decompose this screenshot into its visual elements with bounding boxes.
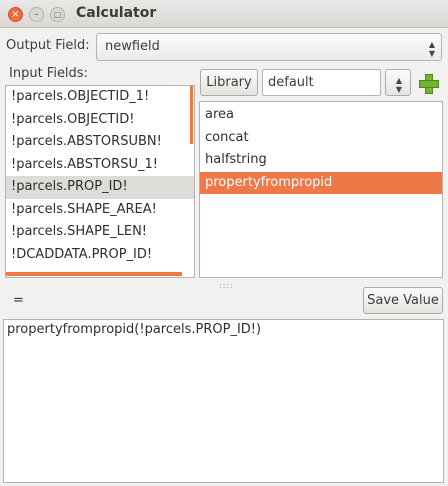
input-field-item[interactable]: !parcels.OBJECTID! bbox=[6, 109, 194, 132]
input-fields-list[interactable]: !parcels.OBJECTID_1! !parcels.OBJECTID! !p… bbox=[5, 85, 195, 278]
maximize-icon[interactable]: □ bbox=[50, 7, 65, 22]
library-function-item[interactable]: concat bbox=[200, 127, 442, 150]
input-field-item[interactable]: !parcels.SHAPE_AREA! bbox=[6, 199, 194, 222]
input-fields-vertical-scrollbar[interactable] bbox=[190, 86, 193, 144]
input-fields-horizontal-scrollbar[interactable] bbox=[6, 272, 182, 276]
expression-text: propertyfrompropid(!parcels.PROP_ID!) bbox=[7, 322, 262, 337]
library-button[interactable]: Library bbox=[200, 69, 258, 96]
input-fields-label: Input Fields: bbox=[9, 66, 88, 81]
library-functions-list[interactable]: area concat halfstring propertyfrompropid bbox=[199, 101, 443, 278]
library-function-item[interactable]: halfstring bbox=[200, 149, 442, 172]
window-title: Calculator bbox=[76, 5, 157, 21]
library-name-value: default bbox=[268, 75, 314, 90]
input-field-item[interactable]: !DCADDATA.PROP_ID! bbox=[6, 244, 194, 267]
expression-editor[interactable]: propertyfrompropid(!parcels.PROP_ID!) bbox=[3, 319, 444, 483]
equals-label: = bbox=[13, 293, 24, 308]
updown-arrows-icon: ▲ ▼ bbox=[428, 40, 435, 58]
input-field-item[interactable]: !parcels.ABSTORSU_1! bbox=[6, 154, 194, 177]
input-field-item[interactable]: !parcels.OBJECTID_1! bbox=[6, 86, 194, 109]
output-field-value: newfield bbox=[105, 39, 160, 54]
input-field-item[interactable]: !parcels.SHAPE_LEN! bbox=[6, 221, 194, 244]
library-spinner[interactable]: ▲ ▼ bbox=[385, 69, 411, 96]
library-function-item[interactable]: area bbox=[200, 104, 442, 127]
save-value-button[interactable]: Save Value bbox=[363, 287, 443, 314]
minimize-icon[interactable]: – bbox=[29, 7, 44, 22]
close-icon[interactable]: × bbox=[8, 7, 23, 22]
output-field-combo[interactable]: newfield ▲ ▼ bbox=[96, 33, 442, 61]
title-bar: × – □ Calculator bbox=[0, 0, 448, 28]
output-field-label: Output Field: bbox=[6, 38, 90, 53]
input-field-item[interactable]: !parcels.PROP_ID! bbox=[6, 176, 194, 199]
splitter-grip-icon[interactable]: :::: bbox=[219, 281, 234, 290]
updown-arrows-icon: ▲ ▼ bbox=[395, 76, 402, 94]
library-function-item[interactable]: propertyfrompropid bbox=[200, 171, 442, 194]
add-icon[interactable] bbox=[419, 74, 439, 94]
library-name-input[interactable]: default bbox=[262, 69, 381, 96]
input-field-item[interactable]: !parcels.ABSTORSUBN! bbox=[6, 131, 194, 154]
